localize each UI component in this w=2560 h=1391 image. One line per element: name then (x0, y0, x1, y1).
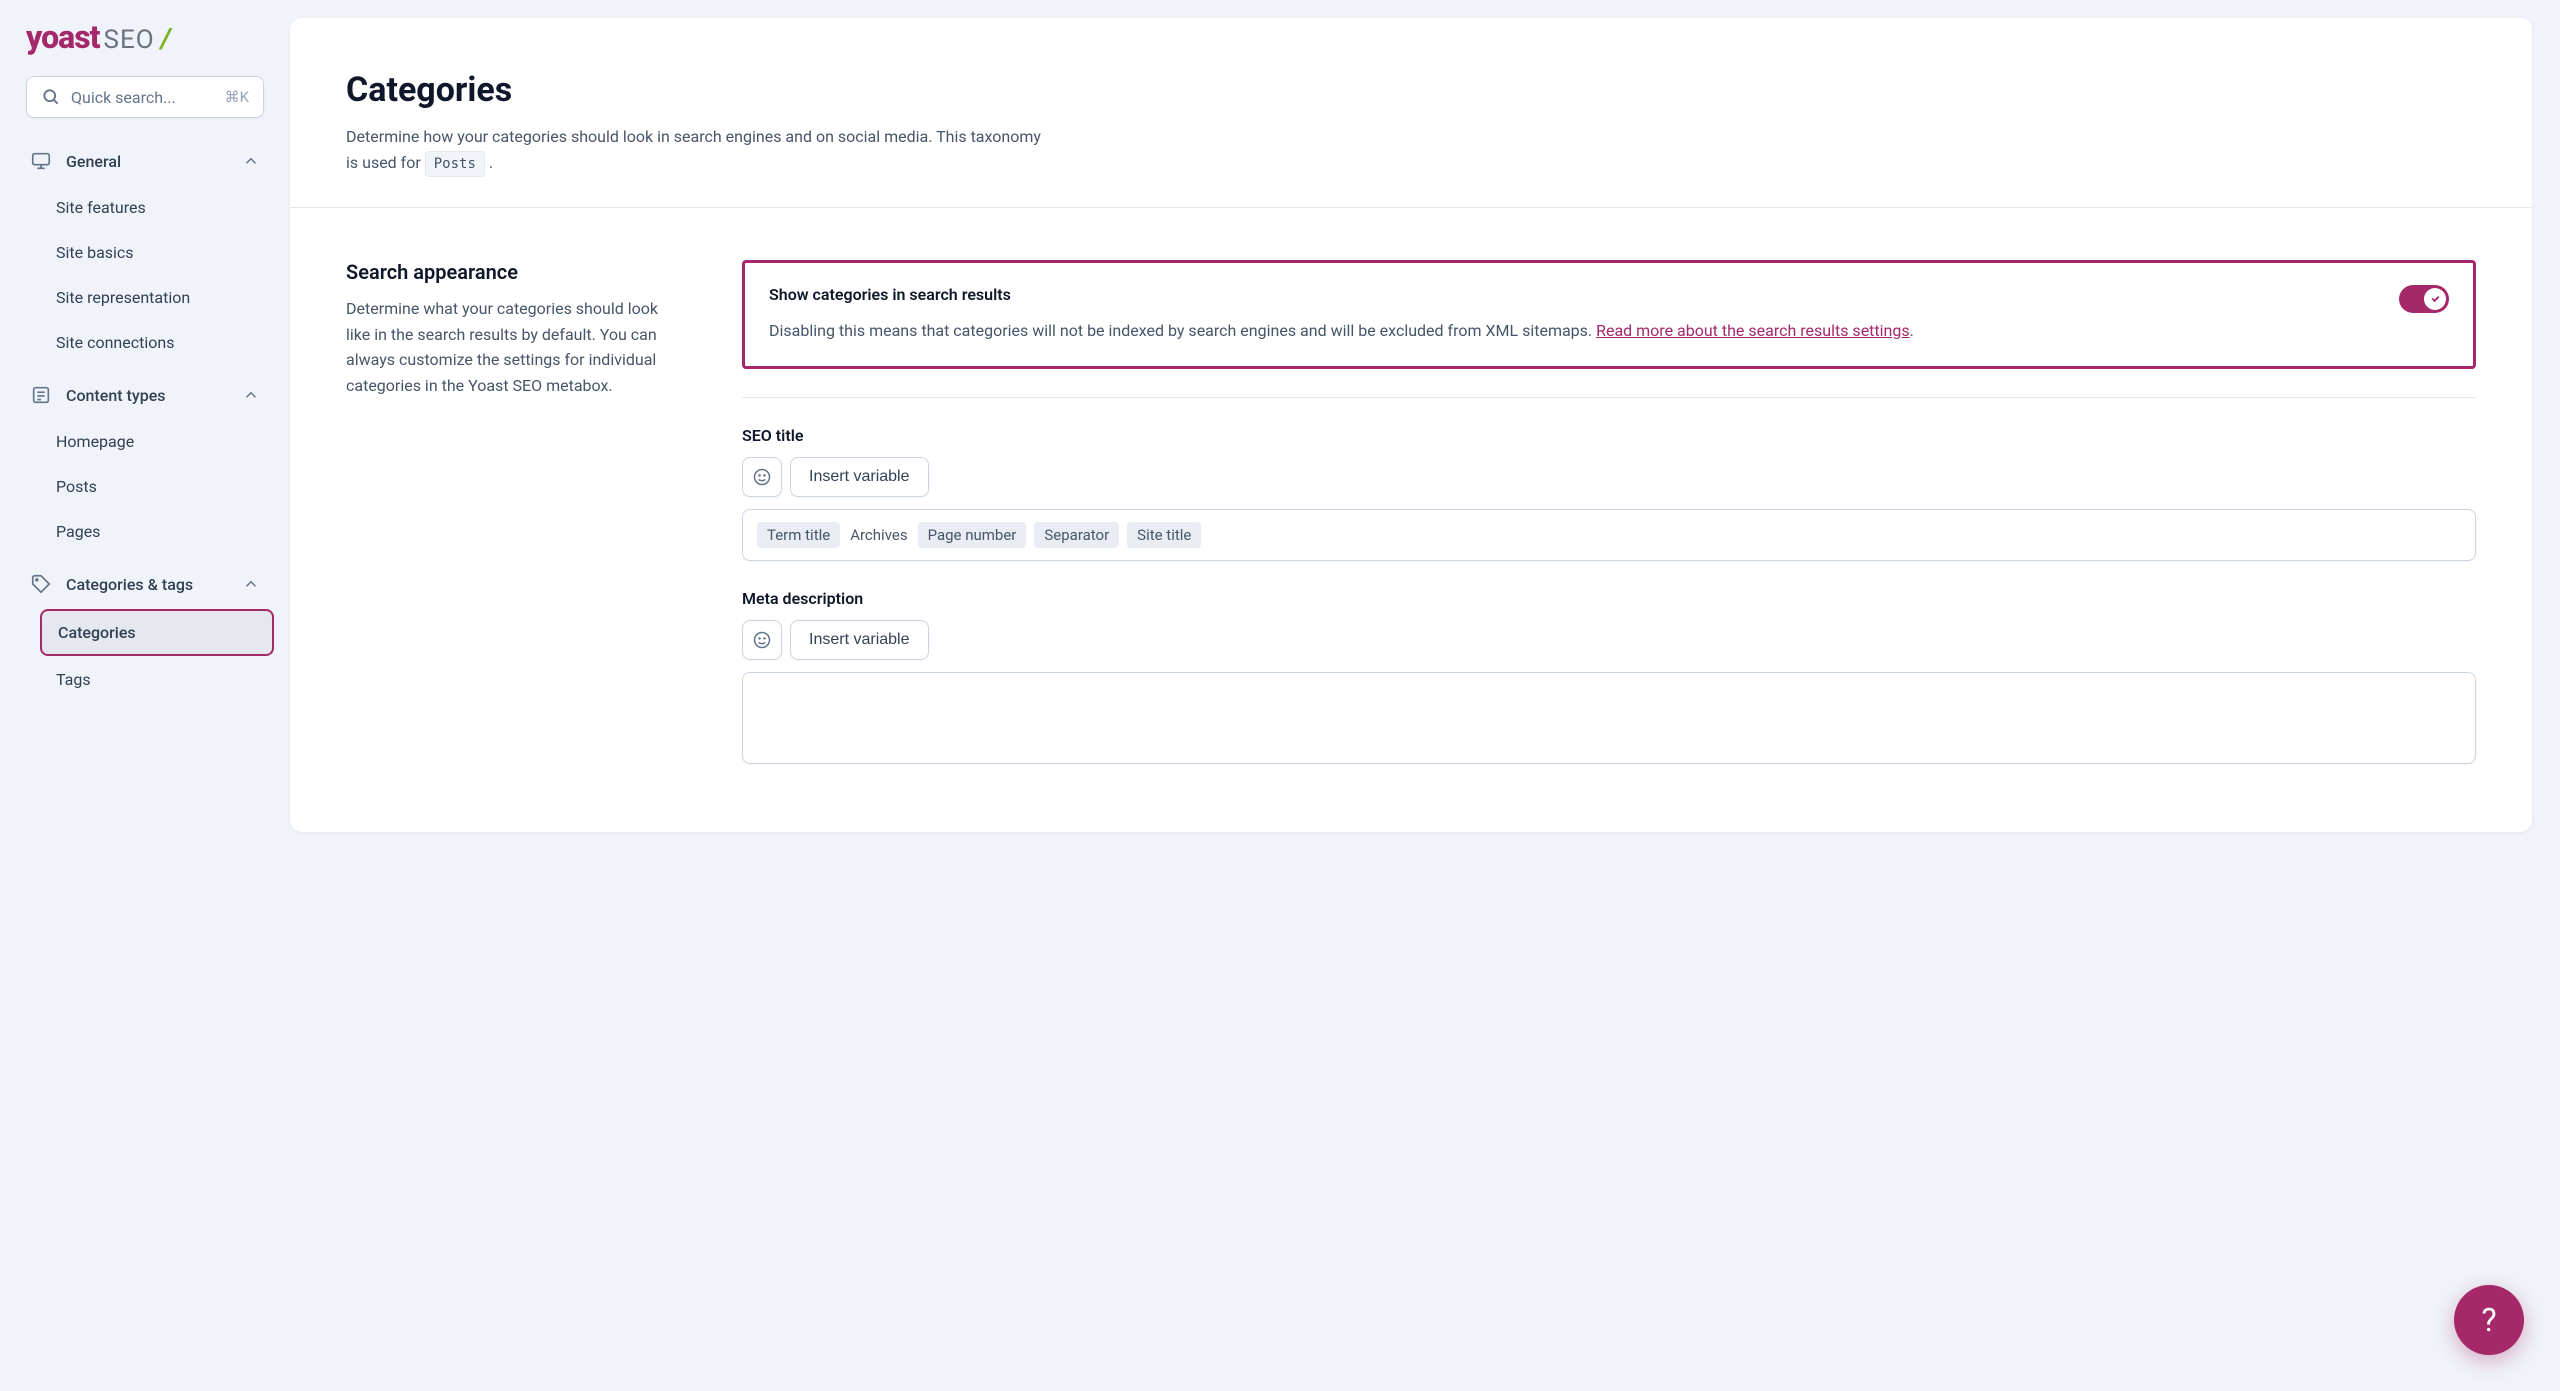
settings-panel: Categories Determine how your categories… (290, 18, 2532, 832)
emoji-button[interactable] (742, 620, 782, 660)
main-content: Categories Determine how your categories… (290, 0, 2560, 1391)
brand-suffix: SEO (104, 25, 155, 55)
emoji-button[interactable] (742, 457, 782, 497)
show-in-search-card: Show categories in search results Disabl… (742, 260, 2476, 369)
variable-chip[interactable]: Separator (1034, 522, 1119, 548)
nav-group-content-types: Content types Homepage Posts Pages (16, 372, 274, 553)
variable-chip[interactable]: Page number (918, 522, 1027, 548)
meta-description-input[interactable] (742, 672, 2476, 764)
logo: yoast SEO / (16, 18, 274, 66)
help-button[interactable]: ? (2454, 1285, 2524, 1355)
toggle-knob (2424, 288, 2446, 310)
section-search-appearance: Search appearance Determine what your ca… (290, 208, 2532, 792)
page-description: Determine how your categories should loo… (346, 124, 1046, 177)
read-more-link[interactable]: Read more about the search results setti… (1596, 321, 1910, 340)
newspaper-icon (30, 384, 52, 406)
sidebar-item-site-representation[interactable]: Site representation (40, 276, 274, 319)
chevron-up-icon (242, 152, 260, 170)
search-shortcut: ⌘K (225, 88, 249, 106)
sidebar-item-posts[interactable]: Posts (40, 465, 274, 508)
nav-header-categories-tags[interactable]: Categories & tags (16, 561, 274, 607)
brand-name: yoast (26, 18, 100, 56)
search-input[interactable]: Quick search... ⌘K (26, 76, 264, 118)
insert-variable-button[interactable]: Insert variable (790, 457, 929, 497)
chevron-up-icon (242, 386, 260, 404)
sidebar: yoast SEO / Quick search... ⌘K General (0, 0, 290, 1391)
seo-title-input[interactable]: Term title Archives Page number Separato… (742, 509, 2476, 561)
nav-group-general: General Site features Site basics Site r… (16, 138, 274, 364)
chevron-up-icon (242, 575, 260, 593)
insert-variable-button[interactable]: Insert variable (790, 620, 929, 660)
variable-chip[interactable]: Site title (1127, 522, 1201, 548)
seo-title-field: SEO title Insert variable Term title (742, 426, 2476, 561)
nav-label: General (66, 152, 242, 171)
plain-text: Archives (848, 522, 909, 548)
toggle-description: Disabling this means that categories wil… (769, 318, 2375, 344)
sidebar-item-pages[interactable]: Pages (40, 510, 274, 553)
search-icon (41, 87, 61, 107)
section-description: Determine what your categories should lo… (346, 296, 686, 398)
nav-header-general[interactable]: General (16, 138, 274, 184)
smiley-icon (752, 630, 772, 650)
sidebar-item-categories[interactable]: Categories (40, 609, 274, 656)
smiley-icon (752, 467, 772, 487)
meta-description-field: Meta description Insert variable (742, 589, 2476, 764)
show-in-search-toggle[interactable] (2399, 285, 2449, 313)
divider (742, 397, 2476, 398)
toggle-label: Show categories in search results (769, 285, 2375, 304)
sidebar-item-site-basics[interactable]: Site basics (40, 231, 274, 274)
sidebar-item-homepage[interactable]: Homepage (40, 420, 274, 463)
panel-header: Categories Determine how your categories… (290, 18, 2532, 208)
field-label: SEO title (742, 426, 2476, 445)
field-label: Meta description (742, 589, 2476, 608)
brand-slash: / (161, 22, 170, 55)
section-title: Search appearance (346, 260, 686, 284)
sidebar-item-tags[interactable]: Tags (40, 658, 274, 701)
sidebar-item-site-features[interactable]: Site features (40, 186, 274, 229)
page-title: Categories (346, 70, 2476, 110)
nav-label: Content types (66, 386, 242, 405)
nav-label: Categories & tags (66, 575, 242, 594)
variable-chip[interactable]: Term title (757, 522, 840, 548)
nav-group-categories-tags: Categories & tags Categories Tags (16, 561, 274, 701)
monitor-icon (30, 150, 52, 172)
nav-header-content-types[interactable]: Content types (16, 372, 274, 418)
search-placeholder: Quick search... (71, 88, 225, 107)
taxonomy-code: Posts (425, 151, 485, 177)
question-icon: ? (2481, 1301, 2496, 1339)
sidebar-item-site-connections[interactable]: Site connections (40, 321, 274, 364)
tag-icon (30, 573, 52, 595)
